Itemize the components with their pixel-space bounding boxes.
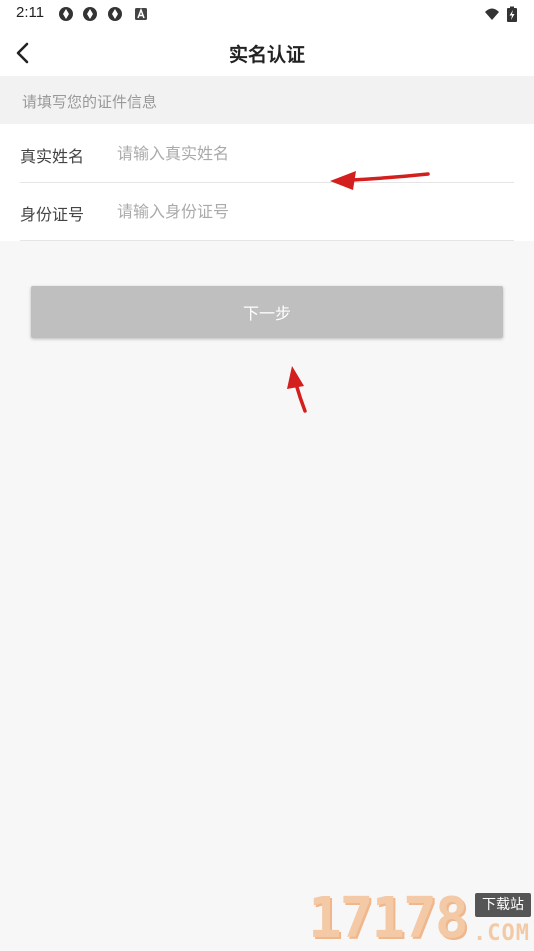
watermark-badge: 下载站: [475, 893, 531, 917]
watermark-suffix: .COM: [473, 921, 530, 946]
wifi-icon: [485, 8, 499, 20]
status-bar: 2:11: [0, 0, 534, 30]
real-name-label: 真实姓名: [20, 147, 85, 166]
aperture-icon: [59, 7, 73, 21]
battery-charging-icon: [507, 6, 517, 22]
id-number-row: 身份证号: [20, 182, 514, 241]
watermark-digits: 17178: [308, 886, 469, 951]
section-header-text: 请填写您的证件信息: [22, 93, 158, 111]
a-badge-icon: [135, 7, 147, 20]
page-title: 实名认证: [228, 44, 305, 66]
site-watermark: 17178 下载站 .COM: [308, 888, 534, 950]
real-name-input[interactable]: [117, 138, 497, 168]
aperture-icon: [83, 7, 97, 21]
form-card: 真实姓名 身份证号: [0, 124, 534, 241]
aperture-icon: [108, 7, 122, 21]
id-number-input[interactable]: [117, 196, 497, 226]
real-name-row: 真实姓名: [20, 124, 514, 183]
nav-bar: 实名认证: [0, 30, 534, 76]
id-number-label: 身份证号: [20, 205, 85, 224]
section-header: 请填写您的证件信息: [0, 76, 534, 124]
next-step-button[interactable]: 下一步: [31, 286, 503, 338]
status-time: 2:11: [16, 4, 45, 21]
annotation-arrow-button: [287, 366, 307, 413]
